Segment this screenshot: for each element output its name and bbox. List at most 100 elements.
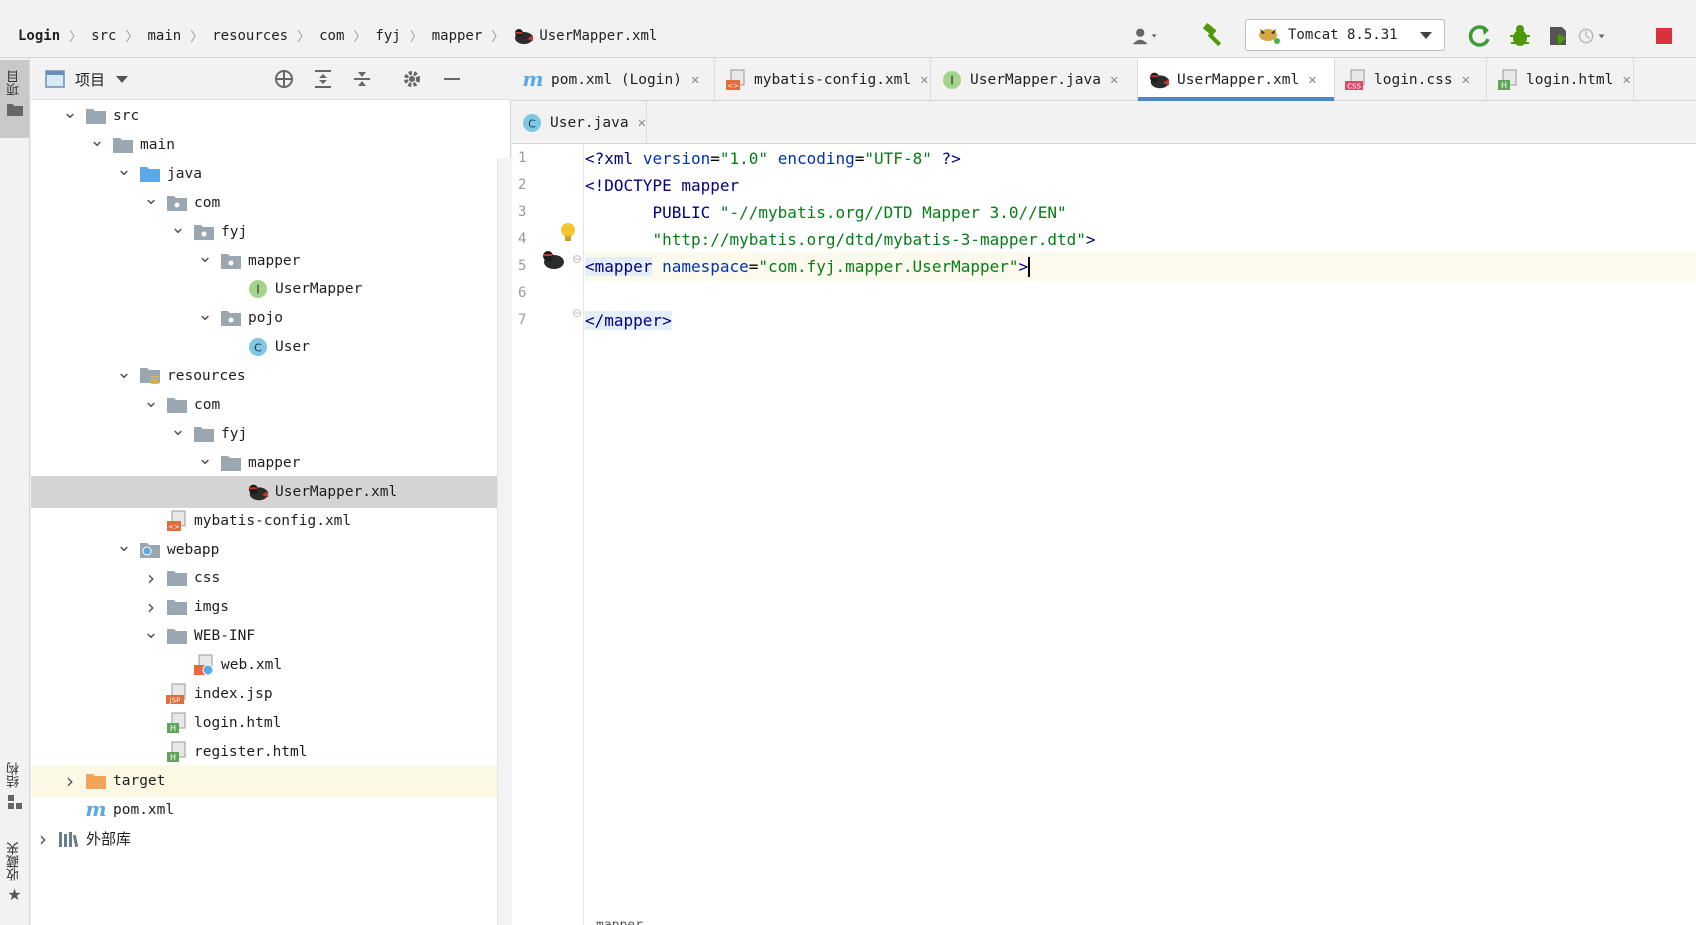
gear-icon[interactable] bbox=[401, 68, 423, 90]
fold-icon[interactable]: ⊖ bbox=[572, 306, 582, 320]
tree-item[interactable]: ⌄ WEB-INF bbox=[31, 620, 497, 652]
chevron-right-icon: 〉 bbox=[125, 30, 139, 45]
user-account-icon[interactable] bbox=[1132, 22, 1160, 50]
run-configuration-select[interactable]: Tomcat 8.5.31 bbox=[1245, 19, 1445, 51]
chevron-down-icon[interactable]: ⌄ bbox=[142, 622, 160, 643]
build-hammer-icon[interactable] bbox=[1200, 22, 1228, 50]
editor-tab[interactable]: Hlogin.html ✕ bbox=[1487, 58, 1634, 101]
chevron-down-icon[interactable]: ⌄ bbox=[61, 102, 79, 123]
tree-item[interactable]: › 外部库 bbox=[31, 823, 497, 855]
tree-scrollbar[interactable] bbox=[497, 158, 511, 925]
chevron-down-icon[interactable]: ⌄ bbox=[115, 362, 133, 383]
chevron-down-icon[interactable] bbox=[116, 76, 128, 84]
breadcrumb-item-resources[interactable]: resources bbox=[212, 28, 288, 44]
tree-item[interactable]: ⌄ src bbox=[31, 100, 497, 132]
tree-item[interactable]: UserMapper.xml bbox=[31, 475, 497, 508]
chevron-down-icon[interactable]: ⌄ bbox=[115, 535, 133, 556]
close-icon[interactable]: ✕ bbox=[691, 72, 699, 88]
tree-item[interactable]: › imgs bbox=[31, 591, 497, 623]
chevron-down-icon[interactable]: ⌄ bbox=[115, 159, 133, 180]
debug-bug-icon[interactable] bbox=[1506, 22, 1534, 50]
editor-tab[interactable]: <> mybatis-config.xml ✕ bbox=[715, 58, 931, 101]
editor-tab[interactable]: CSS login.css ✕ bbox=[1335, 58, 1487, 101]
tree-item[interactable]: ⌄ java bbox=[31, 158, 497, 190]
mybatis-icon bbox=[247, 482, 269, 502]
close-icon[interactable]: ✕ bbox=[920, 72, 928, 88]
tree-item[interactable]: ⌄ mapper bbox=[31, 245, 497, 277]
close-icon[interactable]: ✕ bbox=[1308, 72, 1316, 88]
tab-label: User.java bbox=[549, 114, 629, 131]
tree-item[interactable]: <> mybatis-config.xml bbox=[31, 505, 497, 537]
tree-item[interactable]: C User bbox=[31, 331, 497, 363]
project-panel-title[interactable]: 项目 bbox=[75, 69, 105, 90]
tree-item[interactable]: I UserMapper bbox=[31, 273, 497, 305]
editor-tab[interactable]: UserMapper.xml ✕ bbox=[1138, 58, 1335, 101]
breadcrumb-item-fyj[interactable]: fyj bbox=[375, 28, 400, 44]
tree-item[interactable]: ⌄ com bbox=[31, 389, 497, 421]
chevron-down-icon[interactable]: ⌄ bbox=[196, 246, 214, 267]
tree-item[interactable]: ⌄ com bbox=[31, 187, 497, 219]
class-icon: C bbox=[247, 337, 269, 357]
project-tool-button[interactable]: 项目 bbox=[0, 60, 29, 138]
chevron-down-icon[interactable]: ⌄ bbox=[88, 130, 106, 151]
favorites-tool-button[interactable]: 收藏夹 ★ bbox=[0, 838, 29, 925]
collapse-all-icon[interactable] bbox=[351, 68, 373, 90]
tree-item[interactable]: ⌄ mapper bbox=[31, 447, 497, 479]
tree-item[interactable]: ⌄ main bbox=[31, 129, 497, 161]
editor-tab[interactable]: m pom.xml (Login) ✕ bbox=[512, 58, 715, 101]
tree-item[interactable]: Hregister.html bbox=[31, 736, 497, 768]
chevron-down-icon[interactable]: ⌄ bbox=[196, 304, 214, 325]
close-icon[interactable]: ✕ bbox=[1462, 72, 1470, 88]
chevron-down-icon[interactable]: ⌄ bbox=[169, 217, 187, 238]
tree-item-label: resources bbox=[167, 368, 246, 385]
lightbulb-icon[interactable] bbox=[559, 221, 577, 245]
fold-icon[interactable]: ⊖ bbox=[572, 252, 582, 266]
tree-item[interactable]: m pom.xml bbox=[31, 794, 497, 826]
tree-item[interactable]: Hlogin.html bbox=[31, 707, 497, 739]
hide-panel-icon[interactable] bbox=[441, 68, 463, 90]
profiler-icon[interactable] bbox=[1578, 22, 1606, 50]
chevron-down-icon[interactable]: ⌄ bbox=[142, 391, 160, 412]
source-folder-icon bbox=[139, 164, 161, 184]
project-panel: 项目 ⌄ src ⌄ main ⌄ java ⌄ com ⌄ fyj ⌄ mapper I UserMap… bbox=[31, 58, 511, 925]
chevron-down-icon[interactable]: ⌄ bbox=[169, 419, 187, 440]
tree-item[interactable]: › css bbox=[31, 562, 497, 594]
close-icon[interactable]: ✕ bbox=[638, 115, 646, 131]
locate-file-icon[interactable] bbox=[273, 68, 295, 90]
editor-tab[interactable]: I UserMapper.java ✕ bbox=[931, 58, 1138, 101]
folder-icon bbox=[166, 597, 188, 617]
chevron-right-icon[interactable]: › bbox=[142, 566, 160, 590]
html-file-icon: H bbox=[166, 741, 188, 762]
tree-item[interactable]: ⌄ fyj bbox=[31, 418, 497, 450]
close-icon[interactable]: ✕ bbox=[1622, 72, 1630, 88]
breadcrumb-item-login[interactable]: Login bbox=[18, 28, 60, 44]
tree-item[interactable]: ⌄ resources bbox=[31, 360, 497, 392]
editor-status-breadcrumb[interactable]: mapper bbox=[596, 918, 643, 925]
editor-tab[interactable]: C User.java ✕ bbox=[512, 101, 647, 144]
breadcrumb-item-main[interactable]: main bbox=[147, 28, 181, 44]
breadcrumb-item-com[interactable]: com bbox=[319, 28, 344, 44]
coverage-icon[interactable] bbox=[1544, 22, 1572, 50]
chevron-right-icon[interactable]: › bbox=[142, 595, 160, 619]
tree-item[interactable]: ⌄ webapp bbox=[31, 534, 497, 566]
tree-item[interactable]: › target bbox=[31, 764, 497, 797]
structure-icon bbox=[7, 795, 22, 809]
tree-item-label: fyj bbox=[221, 223, 248, 240]
expand-all-icon[interactable] bbox=[312, 68, 334, 90]
chevron-right-icon[interactable]: › bbox=[61, 769, 79, 793]
tree-item[interactable]: ⌄ pojo bbox=[31, 302, 497, 334]
close-icon[interactable]: ✕ bbox=[1110, 72, 1118, 88]
chevron-down-icon[interactable]: ⌄ bbox=[196, 448, 214, 469]
code-editor[interactable]: <? xml version = "1.0" encoding = "UTF-8" ?> … bbox=[585, 144, 1696, 925]
breadcrumb-item-src[interactable]: src bbox=[91, 28, 116, 44]
tree-item[interactable]: web.xml bbox=[31, 649, 497, 681]
stop-icon[interactable] bbox=[1650, 22, 1678, 50]
chevron-right-icon[interactable]: › bbox=[34, 827, 52, 851]
breadcrumb-item-mapper[interactable]: mapper bbox=[432, 28, 483, 44]
mybatis-gutter-icon[interactable] bbox=[540, 248, 566, 270]
tree-item[interactable]: ⌄ fyj bbox=[31, 216, 497, 248]
chevron-down-icon[interactable]: ⌄ bbox=[142, 188, 160, 209]
tree-item[interactable]: JSP index.jsp bbox=[31, 678, 497, 710]
rerun-icon[interactable] bbox=[1466, 22, 1494, 50]
breadcrumb-item-file[interactable]: UserMapper.xml bbox=[539, 28, 657, 44]
